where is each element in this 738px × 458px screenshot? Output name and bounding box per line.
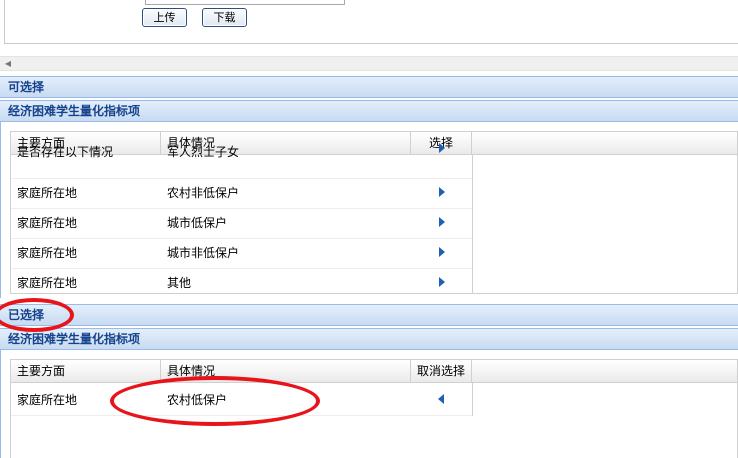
table-row[interactable]: 是否存在以下情况 军人烈士子女 xyxy=(11,143,472,179)
cell-detail: 城市低保户 xyxy=(167,216,228,230)
cell-detail: 农村非低保户 xyxy=(167,186,240,200)
selected-subpanel-header: 经济困难学生量化指标项 xyxy=(0,328,738,350)
selected-section-title: 已选择 xyxy=(8,308,45,322)
selected-grid: 主要方面 具体情况 取消选择 家庭所在地 农村低保户 xyxy=(10,359,738,458)
grid-right-divider xyxy=(472,155,473,293)
file-input[interactable] xyxy=(145,0,345,5)
column-header-aspect[interactable]: 主要方面 xyxy=(11,360,161,382)
table-row[interactable]: 家庭所在地 农村非低保户 xyxy=(11,179,472,209)
table-row[interactable]: 家庭所在地 城市低保户 xyxy=(11,209,472,239)
column-header-detail[interactable]: 具体情况 xyxy=(161,360,411,382)
cell-detail: 农村低保户 xyxy=(167,393,228,407)
upload-frame xyxy=(4,0,738,44)
cell-aspect: 家庭所在地 xyxy=(17,246,78,260)
selected-subpanel-title: 经济困难学生量化指标项 xyxy=(8,332,141,346)
select-arrow-icon[interactable] xyxy=(439,217,445,227)
available-grid: 主要方面 具体情况 选择 是否存在以下情况 军人烈士子女 家庭所在地 农村非低保… xyxy=(10,131,738,294)
column-header-deselect[interactable]: 取消选择 xyxy=(411,360,472,382)
select-arrow-icon[interactable] xyxy=(439,143,445,153)
cell-detail: 城市非低保户 xyxy=(167,246,240,260)
cell-aspect: 家庭所在地 xyxy=(17,276,78,290)
cell-aspect: 是否存在以下情况 xyxy=(17,145,114,159)
deselect-arrow-icon[interactable] xyxy=(438,394,444,404)
selected-grid-header: 主要方面 具体情况 取消选择 xyxy=(11,360,737,383)
table-row[interactable]: 家庭所在地 城市非低保户 xyxy=(11,239,472,269)
table-row[interactable]: 家庭所在地 农村低保户 xyxy=(11,386,472,416)
cell-detail: 军人烈士子女 xyxy=(167,145,240,159)
cell-aspect: 家庭所在地 xyxy=(17,393,78,407)
download-button[interactable]: 下载 xyxy=(202,8,247,27)
cell-aspect: 家庭所在地 xyxy=(17,216,78,230)
grid-right-divider xyxy=(472,383,473,416)
available-section-header: 可选择 xyxy=(0,76,738,98)
available-subpanel-header: 经济困难学生量化指标项 xyxy=(0,100,738,122)
cell-aspect: 家庭所在地 xyxy=(17,186,78,200)
select-arrow-icon[interactable] xyxy=(439,277,445,287)
cell-detail: 其他 xyxy=(167,276,192,290)
upload-button[interactable]: 上传 xyxy=(142,8,187,27)
scroll-left-icon[interactable]: ◀ xyxy=(2,56,14,71)
available-subpanel-title: 经济困难学生量化指标项 xyxy=(8,104,141,118)
selected-section-header: 已选择 xyxy=(0,304,738,326)
table-row[interactable]: 家庭所在地 其他 xyxy=(11,269,472,293)
horizontal-scrollbar[interactable] xyxy=(0,56,738,71)
select-arrow-icon[interactable] xyxy=(439,247,445,257)
available-section-title: 可选择 xyxy=(8,80,45,94)
select-arrow-icon[interactable] xyxy=(439,187,445,197)
